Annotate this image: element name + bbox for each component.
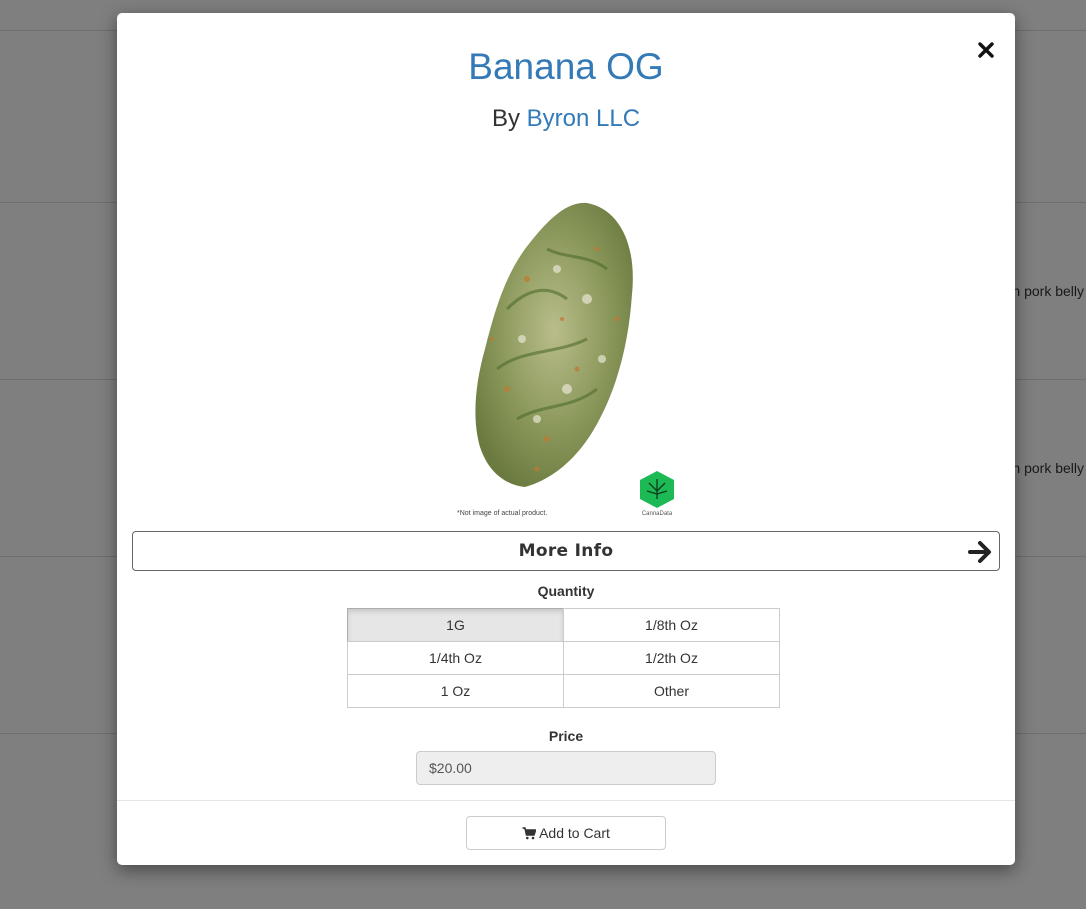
byline-prefix: By (491, 105, 520, 132)
product-image (475, 202, 674, 508)
cannadata-logo-icon (640, 471, 674, 508)
more-info-button[interactable]: More Info (132, 531, 1000, 571)
quantity-option-1g[interactable]: 1G (347, 608, 564, 642)
product-modal: Banana OG By Byron LLC *Not image of act… (117, 13, 1015, 865)
shopping-cart-icon (522, 826, 537, 839)
quantity-options: 1G 1/8th Oz 1/4th Oz 1/2th Oz 1 Oz Other (347, 608, 782, 708)
price-label: Price (548, 728, 584, 744)
brand-link[interactable]: Byron LLC (527, 105, 640, 132)
product-byline: By Byron LLC (117, 105, 1015, 133)
arrow-right-icon (968, 541, 991, 563)
image-disclaimer: *Not image of actual product. (457, 510, 548, 517)
add-to-cart-label: Add to Cart (539, 825, 610, 841)
modal-footer-divider (117, 800, 1015, 801)
quantity-option-1-oz[interactable]: 1 Oz (347, 674, 564, 708)
add-to-cart-button[interactable]: Add to Cart (466, 816, 666, 850)
quantity-option-eighth-oz[interactable]: 1/8th Oz (563, 608, 780, 642)
quantity-option-other[interactable]: Other (563, 674, 780, 708)
image-brand-label: CannaData (641, 511, 673, 517)
quantity-label: Quantity (537, 583, 595, 599)
quantity-option-quarter-oz[interactable]: 1/4th Oz (347, 641, 564, 675)
product-title: Banana OG (468, 46, 664, 87)
more-info-label: More Info (518, 541, 614, 561)
quantity-option-half-oz[interactable]: 1/2th Oz (563, 641, 780, 675)
price-field[interactable] (416, 751, 716, 785)
